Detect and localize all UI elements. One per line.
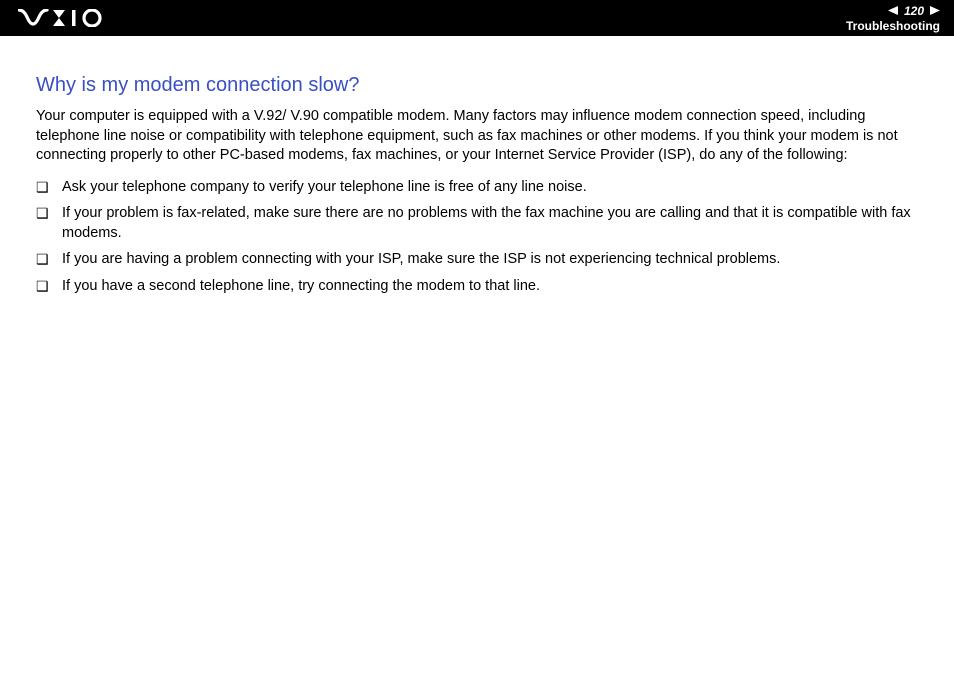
list-item: ❑ If you have a second telephone line, t…	[36, 277, 918, 297]
bullet-text: If you have a second telephone line, try…	[62, 277, 918, 297]
bullet-icon: ❑	[36, 277, 62, 296]
header-bar: 120 Troubleshooting	[0, 0, 954, 36]
page-next-icon[interactable]	[930, 4, 940, 18]
article-heading: Why is my modem connection slow?	[36, 74, 918, 97]
bullet-icon: ❑	[36, 204, 62, 223]
bullet-text: Ask your telephone company to verify you…	[62, 178, 918, 198]
list-item: ❑ Ask your telephone company to verify y…	[36, 178, 918, 198]
list-item: ❑ If your problem is fax-related, make s…	[36, 204, 918, 243]
page-content: Why is my modem connection slow? Your co…	[0, 36, 954, 297]
header-right: 120 Troubleshooting	[846, 4, 940, 33]
section-label: Troubleshooting	[846, 19, 940, 33]
bullet-list: ❑ Ask your telephone company to verify y…	[36, 178, 918, 297]
bullet-icon: ❑	[36, 250, 62, 269]
list-item: ❑ If you are having a problem connecting…	[36, 250, 918, 270]
bullet-text: If you are having a problem connecting w…	[62, 250, 918, 270]
page-prev-icon[interactable]	[888, 4, 898, 18]
bullet-icon: ❑	[36, 178, 62, 197]
page-navigation: 120	[888, 4, 940, 18]
page-number: 120	[904, 4, 924, 18]
bullet-text: If your problem is fax-related, make sur…	[62, 204, 918, 243]
intro-paragraph: Your computer is equipped with a V.92/ V…	[36, 107, 918, 166]
vaio-logo	[18, 9, 104, 27]
